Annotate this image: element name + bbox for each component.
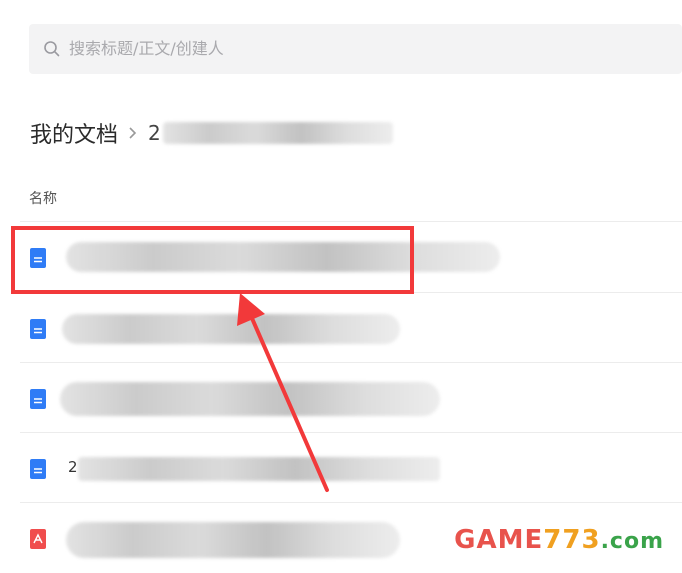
site-watermark-logo: GAME773.com bbox=[454, 525, 664, 555]
watermark-number: 773 bbox=[543, 525, 601, 555]
arrow-annotation bbox=[237, 293, 329, 492]
watermark-domain: .com bbox=[600, 529, 664, 554]
watermark-game: GAME bbox=[454, 525, 544, 555]
